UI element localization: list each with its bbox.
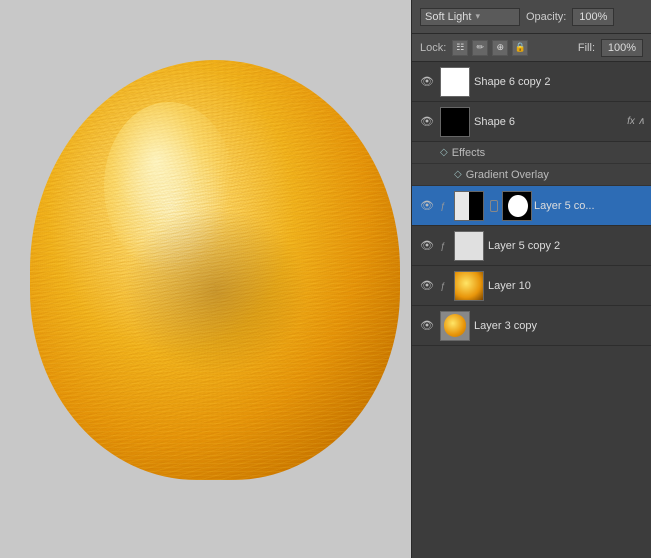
layer-layer3copy[interactable]: 👁 Layer 3 copy	[412, 306, 651, 346]
layer-thumb-layer10	[454, 271, 484, 301]
layer-link-layer5co: ƒ	[436, 199, 450, 213]
opacity-input[interactable]: 100%	[572, 8, 614, 26]
layer-link-layer5copy2: ƒ	[436, 239, 450, 253]
layer-visibility-layer3copy[interactable]: 👁	[418, 317, 436, 335]
layer-thumb-layer5co	[454, 191, 484, 221]
layer-name-layer5co: Layer 5 co...	[534, 200, 645, 212]
lock-bar: Lock: ☷ ✏ ⊕ 🔒 Fill: 100%	[412, 34, 651, 62]
layer-layer10[interactable]: 👁 ƒ Layer 10	[412, 266, 651, 306]
layer-name-layer10: Layer 10	[488, 280, 645, 292]
layer-thumb-layer5copy2	[454, 231, 484, 261]
layer-name-layer5copy2: Layer 5 copy 2	[488, 240, 645, 252]
layer-name-layer3copy: Layer 3 copy	[474, 320, 645, 332]
opacity-label: Opacity:	[526, 11, 566, 23]
layer-thumb-shape6	[440, 107, 470, 137]
canvas-artwork	[30, 60, 400, 480]
layer-name-shape6copy2: Shape 6 copy 2	[474, 76, 645, 88]
effects-label: Effects	[452, 147, 485, 159]
blend-mode-bar: Soft Light ▾ Opacity: 100%	[412, 0, 651, 34]
lock-image-btn[interactable]: ✏	[472, 40, 488, 56]
blend-mode-arrow: ▾	[475, 11, 480, 22]
blend-mode-dropdown[interactable]: Soft Light ▾	[420, 8, 520, 26]
layer-visibility-layer5copy2[interactable]: 👁	[418, 237, 436, 255]
lock-icons-group: ☷ ✏ ⊕ 🔒	[452, 40, 528, 56]
layer-name-shape6: Shape 6	[474, 116, 623, 128]
layers-list: 👁 Shape 6 copy 2 👁 Shape 6 fx ∧ ◇ Effect…	[412, 62, 651, 558]
layer-mask-layer5co	[502, 191, 532, 221]
layer-shape6[interactable]: 👁 Shape 6 fx ∧	[412, 102, 651, 142]
layers-panel: Soft Light ▾ Opacity: 100% Lock: ☷ ✏ ⊕ 🔒…	[411, 0, 651, 558]
fill-input[interactable]: 100%	[601, 39, 643, 57]
gradient-diamond-icon: ◇	[454, 169, 462, 180]
layer-layer5co[interactable]: 👁 ƒ Layer 5 co...	[412, 186, 651, 226]
layer-layer5copy2[interactable]: 👁 ƒ Layer 5 copy 2	[412, 226, 651, 266]
blend-mode-label: Soft Light	[425, 11, 471, 23]
lock-all-btn[interactable]: 🔒	[512, 40, 528, 56]
lock-pixels-btn[interactable]: ☷	[452, 40, 468, 56]
effects-group-row[interactable]: ◇ Effects	[412, 142, 651, 164]
layer-chain-layer5co	[490, 200, 498, 212]
layer-visibility-layer5co[interactable]: 👁	[418, 197, 436, 215]
lock-position-btn[interactable]: ⊕	[492, 40, 508, 56]
layer-visibility-shape6copy2[interactable]: 👁	[418, 73, 436, 91]
layer-thumb-layer3copy	[440, 311, 470, 341]
layer-shape6copy2[interactable]: 👁 Shape 6 copy 2	[412, 62, 651, 102]
gradient-overlay-row[interactable]: ◇ Gradient Overlay	[412, 164, 651, 186]
layer-visibility-shape6[interactable]: 👁	[418, 113, 436, 131]
lock-label: Lock:	[420, 42, 446, 54]
layer-visibility-layer10[interactable]: 👁	[418, 277, 436, 295]
layer-link-layer10: ƒ	[436, 279, 450, 293]
layer-fx-shape6[interactable]: fx ∧	[627, 116, 645, 127]
gradient-overlay-label: Gradient Overlay	[466, 169, 549, 181]
layer-thumb-shape6copy2	[440, 67, 470, 97]
effects-diamond-icon: ◇	[440, 147, 448, 158]
fill-label: Fill:	[578, 42, 595, 54]
